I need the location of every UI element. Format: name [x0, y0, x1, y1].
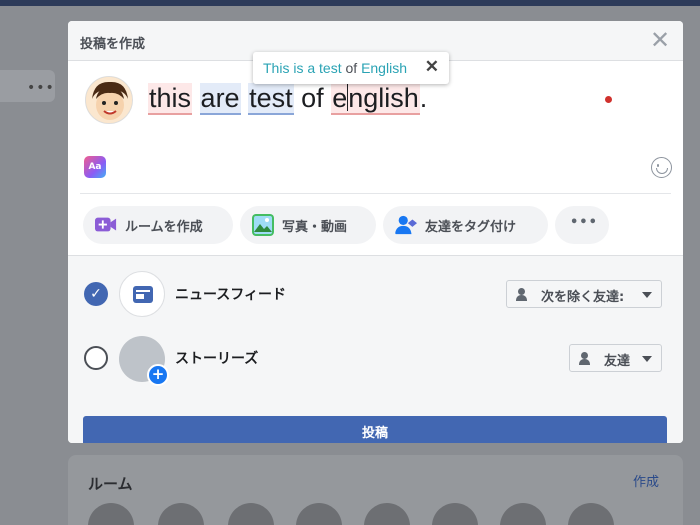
friends-icon [579, 352, 597, 365]
divider [80, 193, 671, 194]
suggestion-word: of [345, 60, 358, 76]
news-feed-checkbox[interactable]: ✓ [84, 282, 108, 306]
user-avatar [85, 76, 133, 124]
photo-icon [252, 214, 274, 236]
caret-down-icon [642, 292, 652, 298]
photo-video-button[interactable]: 写真・動画 [240, 206, 376, 244]
post-button[interactable]: 投稿 [83, 416, 667, 443]
plain-word: of [301, 83, 324, 113]
news-feed-icon [133, 286, 153, 303]
caret-down-icon [642, 356, 652, 362]
top-navigation-bar [0, 0, 700, 6]
more-icon: ••• [570, 215, 598, 230]
dialog-title: 投稿を作成 [80, 37, 146, 52]
period: . [419, 83, 428, 113]
post-text-input[interactable]: this are test of english. [148, 83, 428, 115]
create-room-button[interactable]: ルームを作成 [83, 206, 233, 244]
tag-friends-label: 友達をタグ付け [425, 220, 517, 235]
suggestion-word: This is a test [263, 60, 342, 76]
create-room-label: ルームを作成 [125, 220, 203, 235]
grammar-word[interactable]: are [199, 83, 241, 115]
rooms-create-link[interactable]: 作成 [633, 471, 659, 490]
spell-word[interactable]: this [148, 83, 193, 115]
spell-word-with-caret[interactable]: english [331, 83, 420, 115]
suggestion-tooltip: This is a test of English ✕ [253, 52, 449, 84]
suggestion-text[interactable]: This is a test of English [263, 60, 407, 76]
news-feed-label: ニュースフィード [175, 287, 287, 303]
word-part: nglish [348, 83, 419, 113]
cartoon-face-icon [86, 77, 132, 123]
close-icon[interactable]: ✕ [649, 28, 671, 52]
grammar-word[interactable]: test [248, 83, 294, 115]
room-video-icon [95, 217, 117, 232]
more-options-button[interactable]: ••• [555, 206, 609, 244]
text-format-icon[interactable]: Aa [84, 156, 106, 178]
notification-dot [605, 96, 612, 103]
news-feed-icon-wrap [119, 271, 165, 317]
suggestion-word: English [361, 60, 407, 76]
word-part: e [332, 83, 348, 113]
news-feed-audience-select[interactable]: 次を除く友達: [506, 280, 662, 308]
emoji-icon[interactable] [651, 157, 672, 178]
tag-friends-button[interactable]: 友達をタグ付け [383, 206, 548, 244]
tooltip-close-icon[interactable]: ✕ [425, 57, 439, 77]
share-targets-section: ✓ ニュースフィード 次を除く友達: + ストーリーズ 友達 投稿 [68, 255, 683, 443]
stories-label: ストーリーズ [175, 351, 259, 367]
stories-audience-select[interactable]: 友達 [569, 344, 662, 372]
stories-checkbox[interactable] [84, 346, 108, 370]
add-story-icon: + [147, 364, 169, 386]
stories-audience-label: 友達 [604, 354, 631, 369]
news-feed-audience-label: 次を除く友達: [541, 290, 625, 305]
tag-friend-icon [395, 215, 417, 235]
rooms-title: ルーム [88, 475, 133, 493]
photo-video-label: 写真・動画 [282, 220, 348, 235]
create-post-dialog: 投稿を作成 ✕ this are test of english. This i… [68, 21, 683, 443]
friends-icon [516, 288, 534, 301]
background-more-icon: ••• [27, 80, 55, 96]
